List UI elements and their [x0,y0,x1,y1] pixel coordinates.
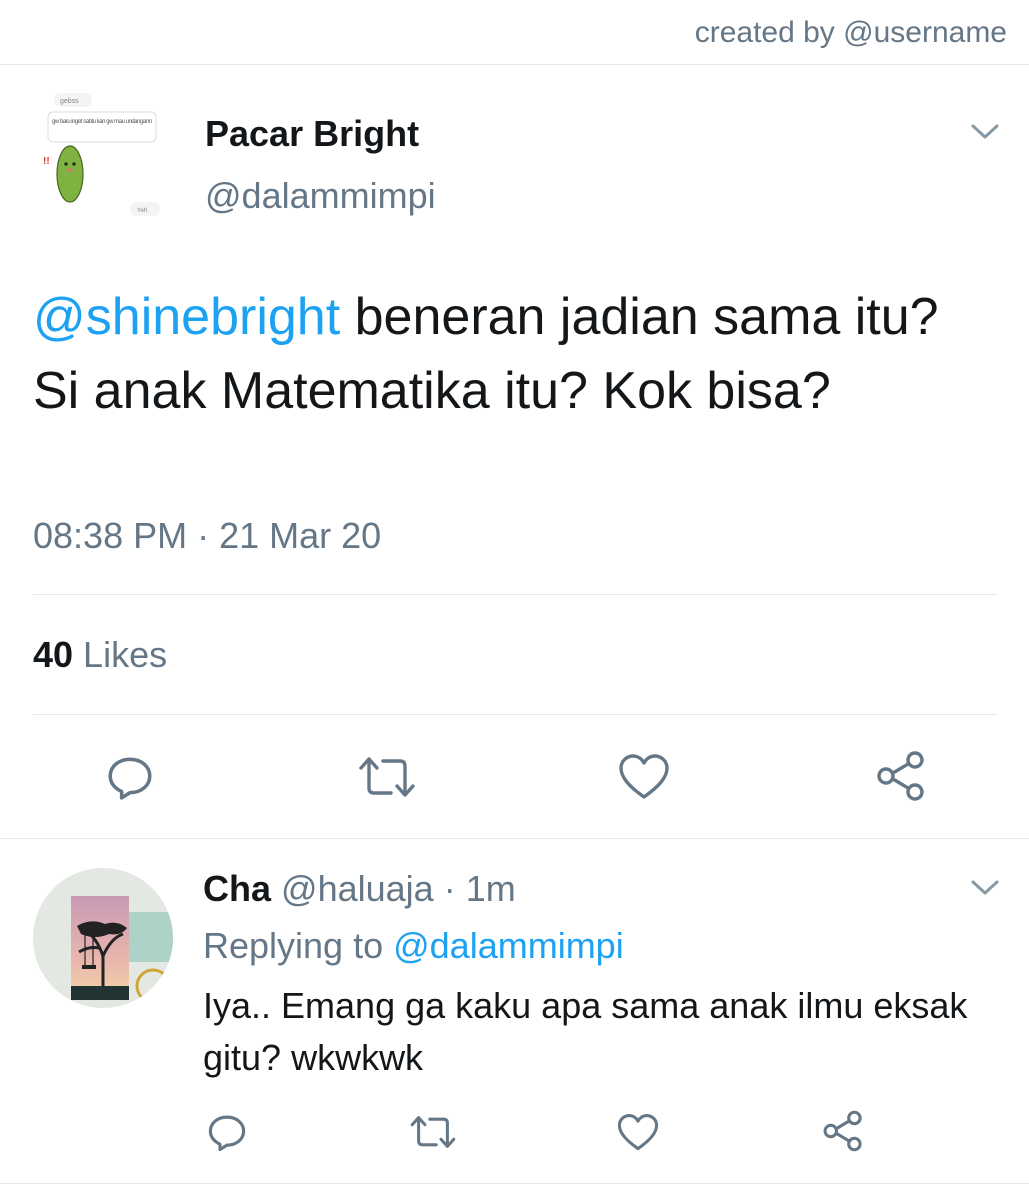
svg-text:!!: !! [43,156,50,167]
reply-separator: · [433,868,466,909]
reply-author-handle[interactable]: @haluaja [281,868,434,909]
divider [0,838,1029,839]
avatar-bubble-1: gebss [60,98,79,105]
reply-button[interactable] [103,750,157,804]
avatar-image: gebss gw baru inget sabtu kan gw mau und… [30,90,170,230]
retweet-icon [410,1116,456,1148]
tweet-text: @shinebright beneran jadian sama itu? Si… [33,280,993,428]
tweet-timestamp[interactable]: 08:38 PM · 21 Mar 20 [33,515,381,557]
tweet-author-name[interactable]: Pacar Bright [205,113,419,155]
tweet-mention-link[interactable]: @shinebright [33,288,340,346]
share-icon [877,751,924,801]
top-bar: created by @username [0,0,1029,65]
likes-stat[interactable]: 40 Likes [33,634,167,676]
avatar-bubble-2: gw baru inget sabtu kan gw mau undangann [52,119,152,125]
reply-author-name[interactable]: Cha [203,868,271,909]
chevron-down-icon[interactable] [971,124,999,140]
reply-share-button[interactable] [820,1108,866,1154]
like-button[interactable] [617,752,671,802]
avatar-image [33,868,173,1008]
share-icon [823,1110,862,1152]
reply-header: Cha @haluaja · 1m [203,868,516,910]
divider [33,714,997,715]
reply-avatar[interactable] [33,868,173,1008]
heart-icon [619,754,669,799]
likes-count: 40 [33,634,74,675]
replying-to-link[interactable]: @dalammimpi [393,925,624,966]
reply-icon [108,757,152,800]
reply-timestamp[interactable]: 1m [466,868,516,909]
reply-like-button[interactable] [616,1112,660,1152]
reply-text: Iya.. Emang ga kaku apa sama anak ilmu e… [203,985,968,1078]
credit-text: created by @username [694,16,1007,49]
divider [33,594,997,595]
share-button[interactable] [873,748,929,804]
replying-to: Replying to @dalammimpi [203,925,624,967]
retweet-icon [359,757,415,797]
reply-icon [208,1115,246,1152]
retweet-button[interactable] [357,752,417,802]
divider [0,1183,1029,1184]
tweet-avatar[interactable]: gebss gw baru inget sabtu kan gw mau und… [30,90,170,230]
likes-label: Likes [73,634,168,675]
avatar-bubble-3: Yeh [137,208,147,214]
tweet-author-handle[interactable]: @dalammimpi [205,175,436,217]
reply-reply-button[interactable] [205,1110,249,1154]
replying-prefix: Replying to [203,925,394,966]
heart-icon [617,1113,659,1150]
chevron-down-icon[interactable] [971,880,999,896]
reply-retweet-button[interactable] [409,1112,457,1152]
